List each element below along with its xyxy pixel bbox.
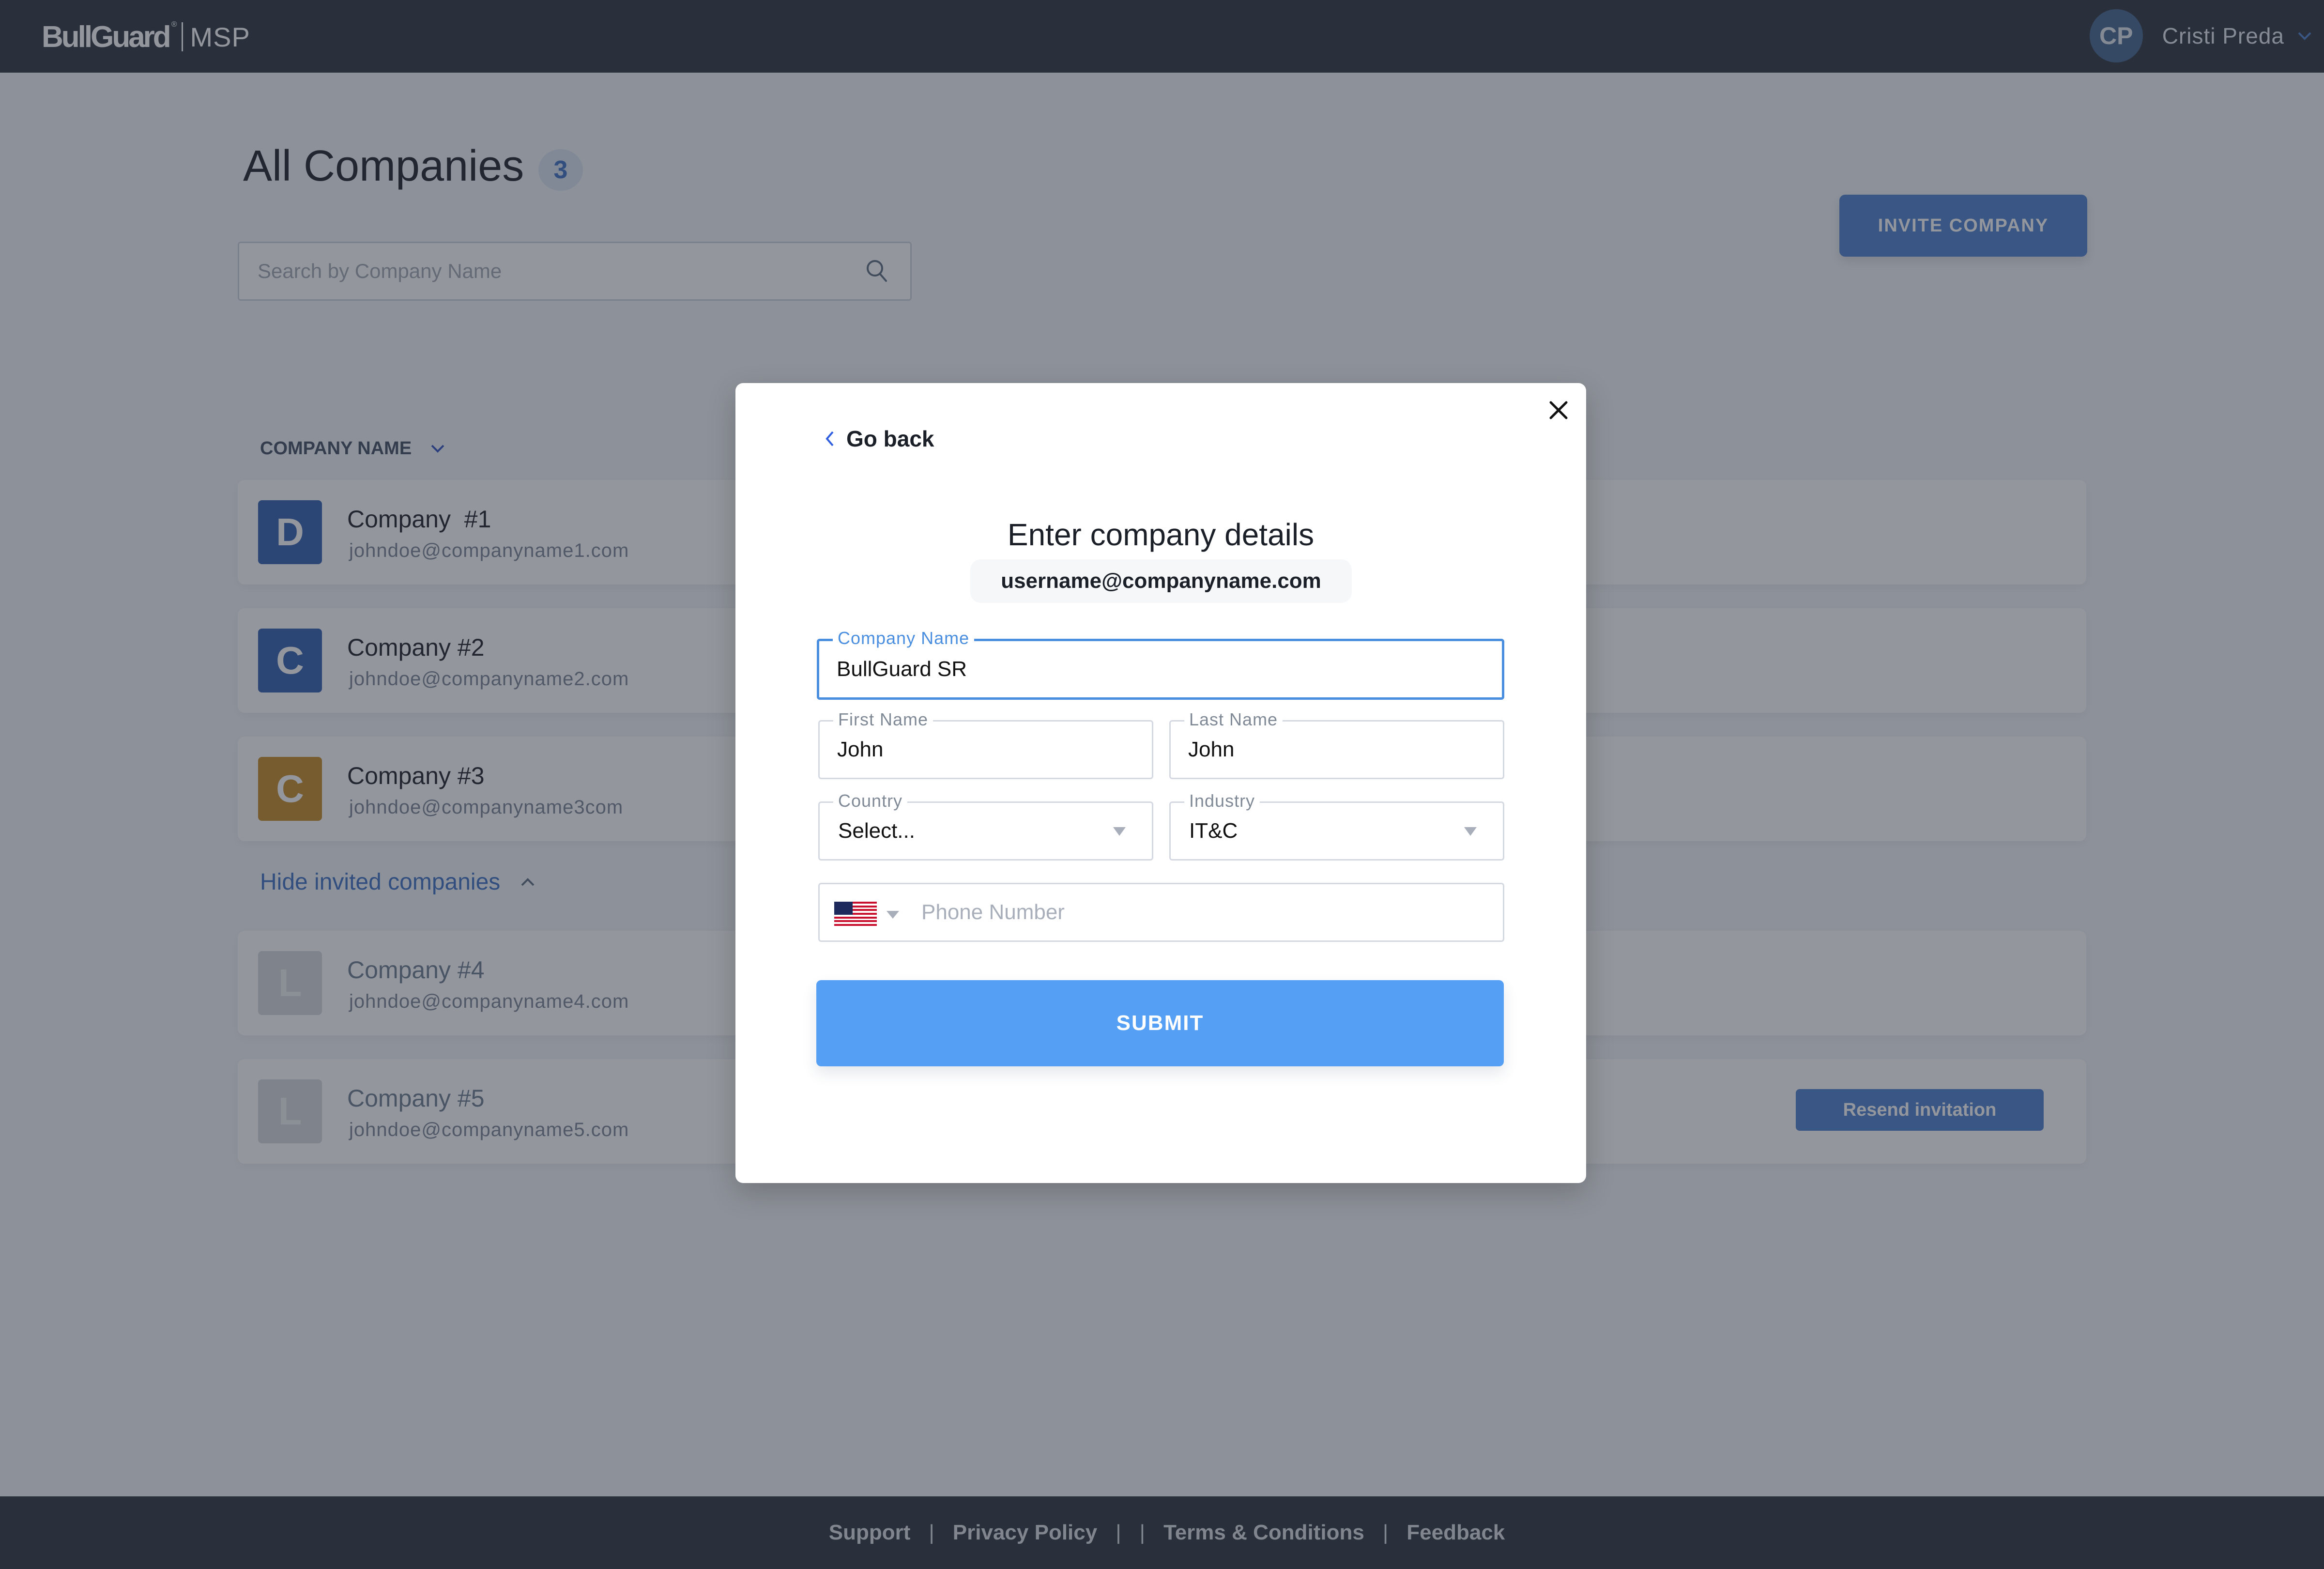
first-name-field: First Name	[818, 709, 1153, 779]
close-modal-button[interactable]	[1545, 397, 1572, 424]
us-flag-icon[interactable]	[834, 902, 877, 926]
close-icon	[1549, 401, 1568, 419]
last-name-field: Last Name	[1169, 709, 1504, 779]
modal-title: Enter company details	[1007, 517, 1315, 552]
go-back-label: Go back	[846, 426, 934, 451]
phone-field	[818, 883, 1504, 942]
go-back-button[interactable]: Go back	[824, 426, 934, 452]
caret-down-icon	[1113, 827, 1126, 836]
caret-down-icon[interactable]	[886, 910, 900, 920]
company-details-modal: Go back Enter company details username@c…	[735, 383, 1586, 1183]
last-name-input[interactable]	[1188, 722, 1457, 778]
industry-select[interactable]: Industry IT&C	[1169, 790, 1504, 861]
company-name-input[interactable]	[837, 641, 1456, 697]
submit-button[interactable]: SUBMIT	[816, 980, 1504, 1066]
caret-down-icon	[1464, 827, 1477, 836]
chevron-left-icon	[826, 431, 834, 446]
first-name-input[interactable]	[837, 722, 1106, 778]
company-name-field: Company Name	[817, 628, 1504, 700]
phone-number-input[interactable]	[921, 884, 1488, 940]
country-selected-value: Select...	[838, 819, 915, 843]
industry-selected-value: IT&C	[1189, 819, 1238, 843]
invited-email-chip: username@companyname.com	[970, 559, 1352, 603]
country-select[interactable]: Country Select...	[818, 790, 1153, 861]
